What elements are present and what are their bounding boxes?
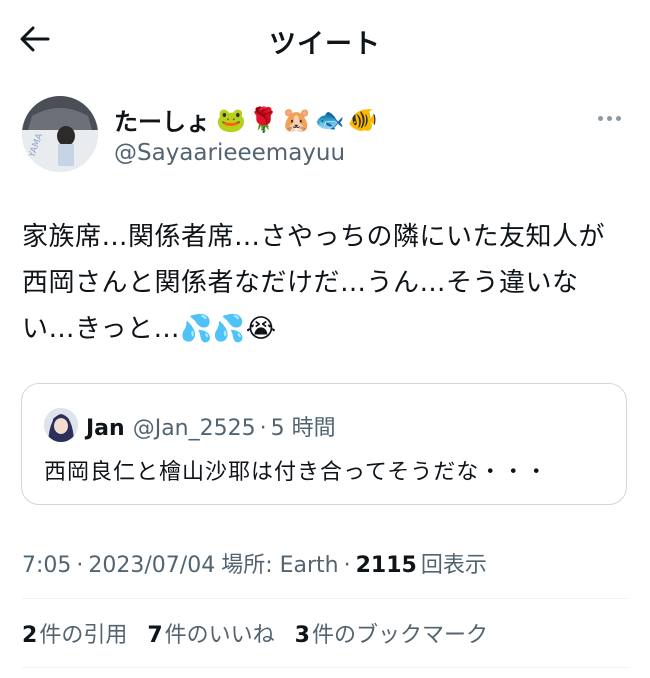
likes-label: 件のいいね bbox=[164, 623, 275, 648]
quotes-label: 件の引用 bbox=[39, 623, 128, 648]
tweet-time[interactable]: 7:05 bbox=[22, 553, 71, 578]
tweet-location: 場所: Earth bbox=[221, 553, 339, 578]
divider bbox=[22, 598, 628, 599]
quoted-tweet-text: 西岡良仁と檜山沙耶は付き合ってそうだな・・・ bbox=[44, 460, 549, 485]
likes-stat[interactable]: 7件のいいね bbox=[147, 617, 274, 649]
more-horizontal-icon bbox=[597, 115, 603, 121]
author-avatar[interactable]: YAMA bbox=[22, 96, 98, 172]
bookmarks-label: 件のブックマーク bbox=[311, 623, 488, 648]
tweet-author: YAMA たーしょ 🐸🌹🐹🐟🐠 @Sayaarieeemayuu bbox=[22, 96, 628, 176]
page-title: ツイート bbox=[269, 29, 381, 60]
engagement-stats: 2件の引用 7件のいいね 3件のブックマーク bbox=[22, 617, 488, 649]
tweet-text-line: い…きっと…💦💦😭 bbox=[22, 314, 277, 344]
quoted-author-name: Jan bbox=[86, 416, 125, 441]
quoted-tweet-time: 5 時間 bbox=[270, 416, 336, 441]
display-name-text: たーしょ bbox=[114, 108, 210, 136]
author-handle[interactable]: @Sayaarieeemayuu bbox=[114, 140, 345, 166]
bookmarks-stat[interactable]: 3件のブックマーク bbox=[295, 617, 488, 649]
avatar-image: YAMA bbox=[22, 96, 98, 172]
separator-dot: · bbox=[259, 416, 267, 441]
quotes-stat[interactable]: 2件の引用 bbox=[22, 617, 127, 649]
tweet-text: 家族席…関係者席…さやっちの隣にいた友知人が 西岡さんと関係者なだけだ…うん…そ… bbox=[22, 214, 632, 352]
tweet-text-line: 西岡さんと関係者なだけだ…うん…そう違いな bbox=[22, 268, 579, 298]
likes-count: 7 bbox=[147, 623, 163, 648]
top-bar: ツイート bbox=[0, 0, 650, 78]
author-display-name[interactable]: たーしょ 🐸🌹🐹🐟🐠 bbox=[114, 102, 380, 137]
tweet-text-line: 家族席…関係者席…さやっちの隣にいた友知人が bbox=[22, 222, 606, 252]
tweet-date[interactable]: 2023/07/04 bbox=[88, 553, 215, 578]
more-options-button[interactable] bbox=[594, 110, 624, 126]
views-count: 2115 bbox=[355, 553, 417, 578]
views-label: 回表示 bbox=[420, 553, 487, 578]
separator-dot: · bbox=[76, 553, 84, 578]
quotes-count: 2 bbox=[22, 623, 38, 648]
divider bbox=[22, 667, 628, 668]
tweet-metadata: 7:05 · 2023/07/04 場所: Earth · 2115 回表示 bbox=[22, 547, 487, 579]
quoted-avatar-image bbox=[44, 408, 78, 442]
bookmarks-count: 3 bbox=[294, 623, 310, 648]
quoted-tweet-card[interactable]: Jan @Jan_2525 · 5 時間 西岡良仁と檜山沙耶は付き合ってそうだな… bbox=[21, 383, 627, 505]
quoted-author-handle: @Jan_2525 bbox=[132, 416, 256, 441]
more-dot bbox=[606, 115, 612, 121]
quoted-tweet-header: Jan @Jan_2525 · 5 時間 bbox=[86, 410, 336, 442]
display-name-emojis: 🐸🌹🐹🐟🐠 bbox=[216, 105, 381, 134]
more-dot bbox=[615, 115, 621, 121]
quoted-author-avatar bbox=[44, 408, 78, 442]
separator-dot: · bbox=[343, 553, 351, 578]
